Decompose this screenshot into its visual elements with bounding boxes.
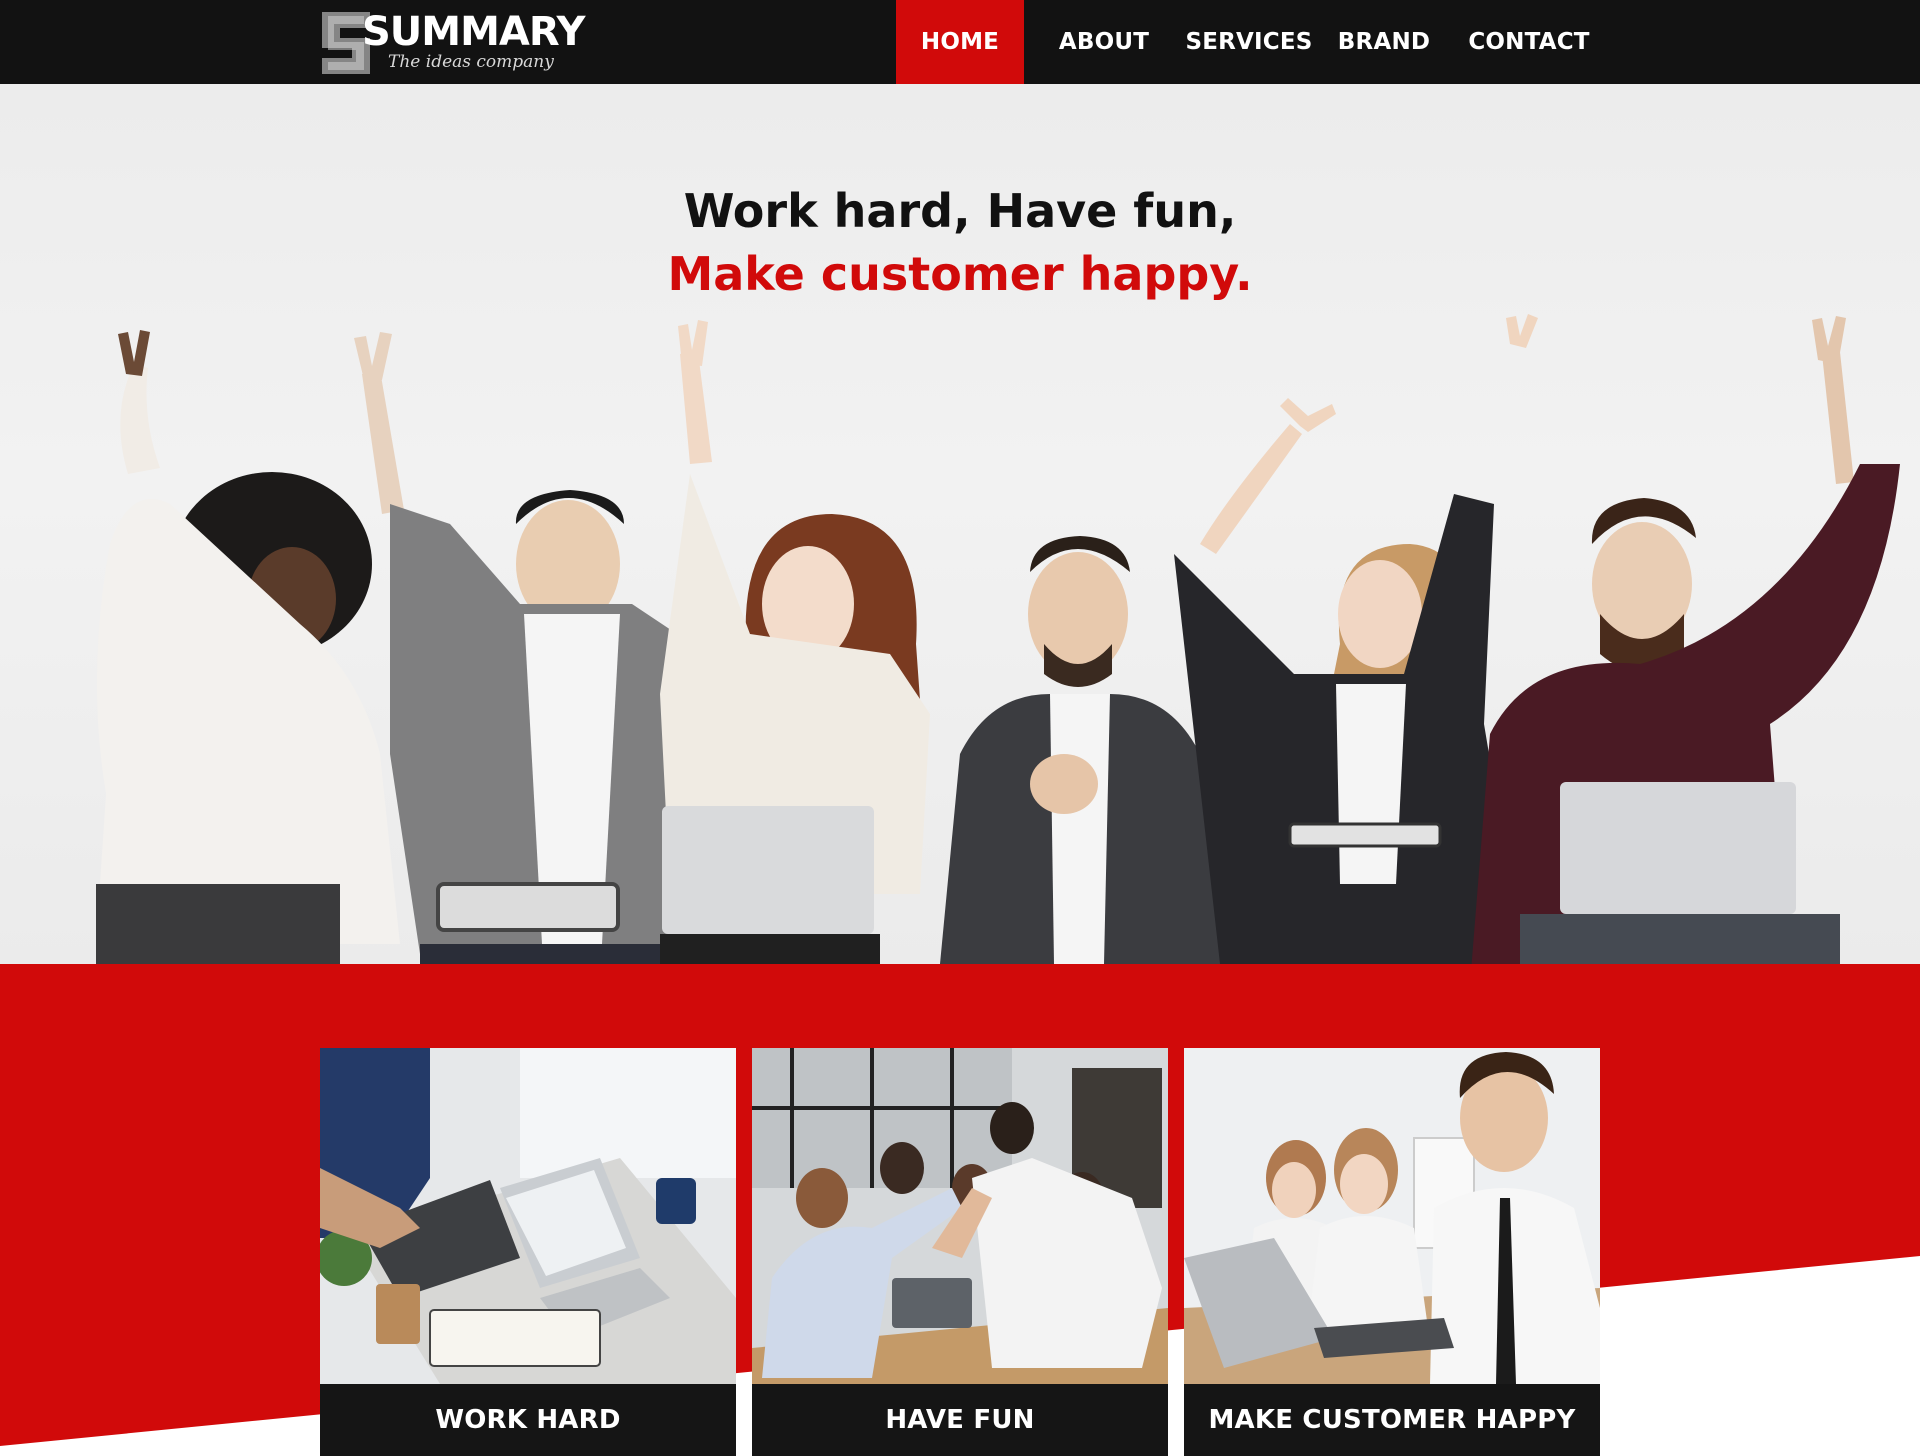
main-nav: HOME ABOUT SERVICES BRAND CONTACT xyxy=(896,0,1604,84)
work-hard-label: WORK HARD xyxy=(435,1405,621,1435)
feature-card-make-customer-happy[interactable]: MAKE CUSTOMER HAPPY xyxy=(1184,1048,1600,1456)
hero-heading-line2: Make customer happy. xyxy=(667,247,1253,301)
summary-logo[interactable]: SUMMARY The ideas company xyxy=(318,8,585,80)
have-fun-label: HAVE FUN xyxy=(885,1405,1035,1435)
nav-contact[interactable]: CONTACT xyxy=(1454,0,1604,84)
person-maroon-sweater-figure xyxy=(1471,316,1900,964)
person-grey-blazer-figure xyxy=(354,332,712,964)
person-cream-blouse-figure xyxy=(660,320,930,964)
team-celebrating-photo xyxy=(96,314,1900,964)
logo-tagline: The ideas company xyxy=(388,52,554,72)
nav-about[interactable]: ABOUT xyxy=(1024,0,1184,84)
top-navigation-bar: SUMMARY The ideas company HOME ABOUT SER… xyxy=(0,0,1920,84)
customer-support-photo xyxy=(1184,1048,1600,1384)
feature-card-have-fun[interactable]: HAVE FUN xyxy=(752,1048,1168,1456)
work-hard-photo xyxy=(320,1048,736,1384)
hero-heading-line1: Work hard, Have fun, xyxy=(683,184,1237,238)
make-customer-happy-label: MAKE CUSTOMER HAPPY xyxy=(1208,1405,1576,1435)
nav-home[interactable]: HOME xyxy=(896,0,1024,84)
nav-services[interactable]: SERVICES xyxy=(1184,0,1314,84)
nav-brand[interactable]: BRAND xyxy=(1314,0,1454,84)
logo-wordmark: SUMMARY xyxy=(362,9,585,55)
hero-heading: Work hard, Have fun, Make customer happy… xyxy=(0,180,1920,306)
hero-banner: Work hard, Have fun, Make customer happy… xyxy=(0,84,1920,964)
feature-card-work-hard[interactable]: WORK HARD xyxy=(320,1048,736,1456)
have-fun-photo xyxy=(752,1048,1168,1384)
person-white-blazer-figure xyxy=(96,330,400,964)
